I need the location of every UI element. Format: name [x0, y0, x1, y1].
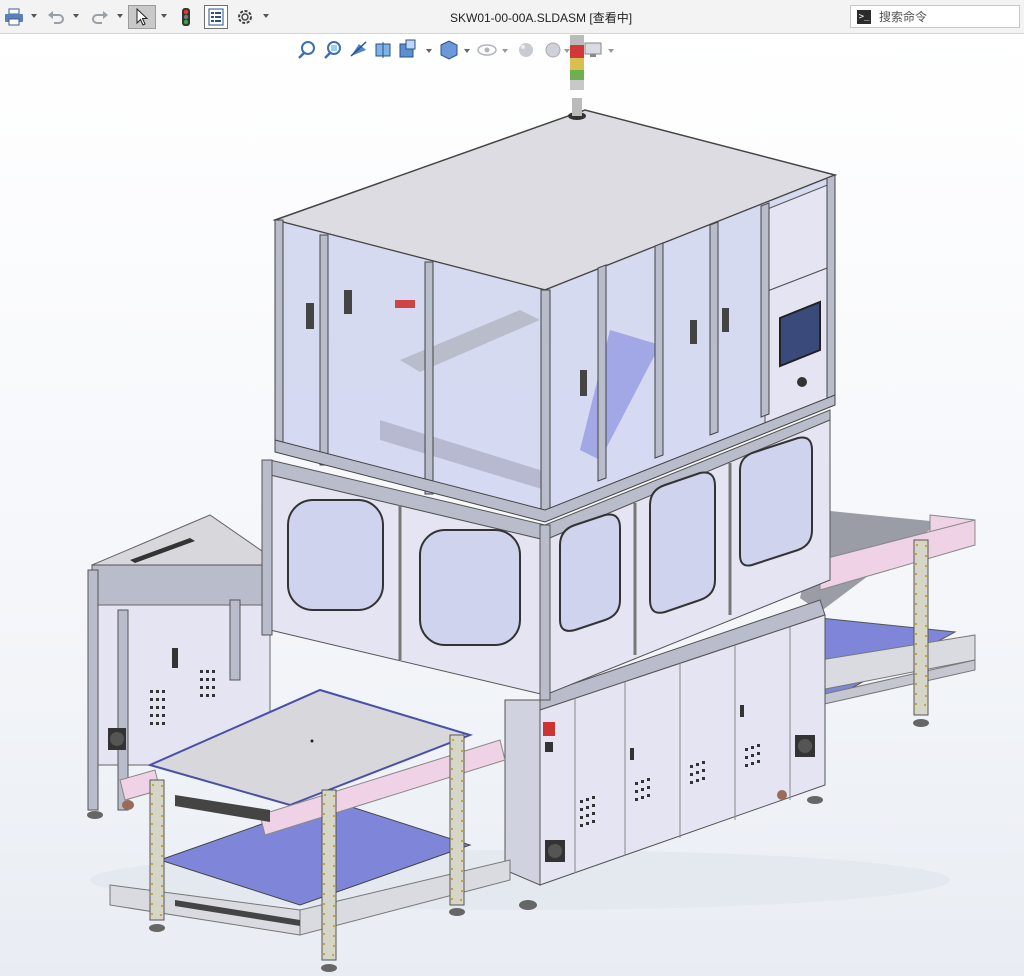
assembly-model: [87, 35, 976, 972]
undo-button[interactable]: [44, 5, 68, 29]
graphics-viewport[interactable]: [0, 35, 1024, 976]
display-style-icon[interactable]: [440, 40, 458, 60]
scene-caret[interactable]: [564, 49, 570, 53]
redo-button[interactable]: [88, 5, 112, 29]
redo-icon: [92, 11, 108, 24]
list-icon: [208, 8, 224, 26]
zoom-to-fit-icon[interactable]: [298, 41, 315, 59]
options-button[interactable]: [234, 5, 256, 29]
undo-dropdown-caret[interactable]: [73, 14, 79, 18]
print-dropdown-caret[interactable]: [31, 14, 37, 18]
select-dropdown-caret[interactable]: [161, 14, 167, 18]
view-settings-icon[interactable]: [584, 42, 602, 57]
redo-dropdown-caret[interactable]: [117, 14, 123, 18]
appearance-icon[interactable]: [519, 43, 533, 57]
view-orientation-icon[interactable]: [399, 39, 416, 58]
view-settings-caret[interactable]: [608, 49, 614, 53]
window-title: SKW01-00-00A.SLDASM [查看中]: [450, 11, 633, 25]
view-orientation-caret[interactable]: [426, 49, 432, 53]
hide-show-caret[interactable]: [502, 49, 508, 53]
print-button[interactable]: [2, 5, 26, 29]
scene-icon[interactable]: [545, 42, 561, 58]
printer-icon: [5, 8, 23, 26]
options-dropdown-caret[interactable]: [263, 14, 269, 18]
rebuild-button[interactable]: [176, 5, 196, 29]
display-style-caret[interactable]: [464, 49, 470, 53]
command-prompt-icon: >_: [857, 9, 871, 24]
previous-view-icon[interactable]: [350, 41, 367, 57]
cursor-icon: [136, 8, 149, 26]
select-button[interactable]: [128, 5, 156, 29]
section-view-icon[interactable]: [375, 42, 391, 58]
undo-icon: [48, 11, 64, 24]
view-heads-up-toolbar[interactable]: [298, 39, 614, 60]
hide-show-icon[interactable]: [477, 44, 497, 56]
search-box[interactable]: >_: [850, 5, 1020, 28]
gear-icon: [238, 10, 252, 24]
traffic-light-icon: [182, 8, 190, 26]
title-bar: SKW01-00-00A.SLDASM [查看中] >_: [0, 0, 1024, 34]
file-properties-button[interactable]: [204, 5, 228, 29]
search-input[interactable]: [877, 8, 1011, 25]
zoom-area-icon[interactable]: [324, 41, 341, 59]
